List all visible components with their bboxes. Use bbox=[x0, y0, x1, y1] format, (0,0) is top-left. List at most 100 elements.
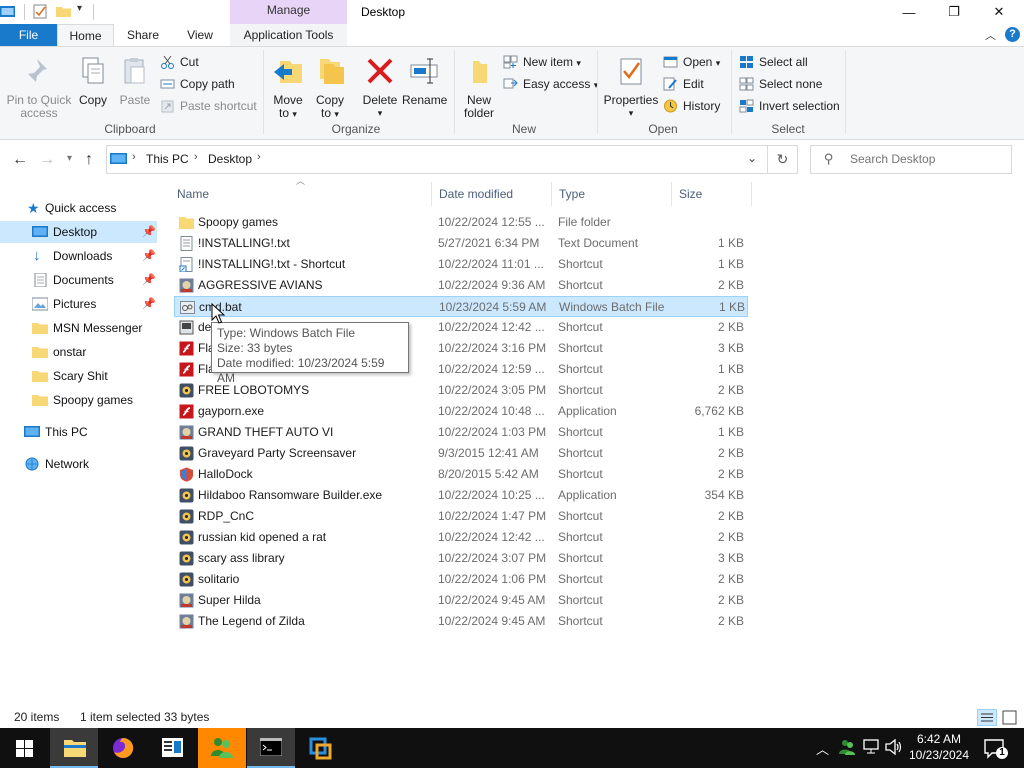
copy-button[interactable]: Copy bbox=[76, 55, 110, 107]
rename-button[interactable]: Rename bbox=[402, 55, 447, 107]
move-to-button[interactable]: Move to ▾ bbox=[270, 55, 306, 121]
file-row[interactable]: Spoopy games 10/22/2024 12:55 ... File fol… bbox=[174, 212, 748, 233]
up-arrow-icon[interactable]: ↑ bbox=[85, 151, 93, 169]
volume-icon[interactable] bbox=[885, 739, 903, 755]
details-view-icon[interactable] bbox=[977, 709, 997, 726]
breadcrumb-desktop[interactable]: Desktop bbox=[208, 152, 252, 166]
tab-home[interactable]: Home bbox=[57, 24, 114, 46]
refresh-button[interactable]: ↻ bbox=[768, 145, 798, 174]
breadcrumb-chevron-icon[interactable]: › bbox=[132, 151, 136, 163]
taskbar-command-prompt[interactable] bbox=[247, 728, 295, 768]
nav-label: Spoopy games bbox=[53, 393, 134, 407]
start-button[interactable] bbox=[0, 728, 48, 768]
easy-access-button[interactable]: Easy access ▾ bbox=[503, 74, 598, 94]
minimize-button[interactable]: — bbox=[886, 0, 932, 24]
file-row[interactable]: solitario 10/22/2024 1:06 PM Shortcut 2 KB bbox=[174, 569, 748, 590]
column-date-header[interactable]: Date modified bbox=[432, 182, 552, 206]
column-size-header[interactable]: Size bbox=[672, 182, 752, 206]
nav-item-downloads[interactable]: ↓ Downloads 📌 bbox=[0, 245, 157, 267]
new-folder-button[interactable]: New folder bbox=[460, 55, 498, 120]
taskbar-messenger[interactable] bbox=[198, 728, 246, 768]
nav-item-scary-shit[interactable]: Scary Shit bbox=[0, 365, 157, 387]
edit-button[interactable]: Edit bbox=[663, 74, 704, 94]
invert-selection-button[interactable]: Invert selection bbox=[739, 96, 840, 116]
file-row[interactable]: The Legend of Zilda 10/22/2024 9:45 AM Sho… bbox=[174, 611, 748, 632]
large-icons-view-icon[interactable] bbox=[1001, 709, 1018, 726]
file-row[interactable]: russian kid opened a rat 10/22/2024 12:42… bbox=[174, 527, 748, 548]
taskbar-firefox[interactable] bbox=[99, 728, 147, 768]
network-tray-icon[interactable] bbox=[862, 739, 880, 755]
maximize-button[interactable]: ❐ bbox=[931, 0, 977, 24]
file-row[interactable]: Graveyard Party Screensaver 9/3/2015 12:4… bbox=[174, 443, 748, 464]
help-icon[interactable]: ? bbox=[1005, 27, 1020, 42]
file-row[interactable]: cmd.bat 10/23/2024 5:59 AM Windows Batch F… bbox=[174, 296, 748, 317]
nav-item-msn-messenger[interactable]: MSN Messenger bbox=[0, 317, 157, 339]
search-box[interactable]: ⚲ Search Desktop bbox=[810, 145, 1012, 174]
new-folder-qat-icon[interactable] bbox=[56, 4, 71, 19]
file-row[interactable]: !INSTALLING!.txt 5/27/2021 6:34 PM Text Do… bbox=[174, 233, 748, 254]
tab-application-tools[interactable]: Application Tools bbox=[230, 24, 347, 46]
file-row[interactable]: Super Hilda 10/22/2024 9:45 AM Shortcut 2 K… bbox=[174, 590, 748, 611]
nav-network[interactable]: Network bbox=[0, 453, 157, 475]
nav-item-desktop[interactable]: Desktop 📌 bbox=[0, 221, 157, 243]
pin-to-quick-access-button[interactable]: Pin to Quick access bbox=[4, 55, 74, 120]
paste-shortcut-button[interactable]: Paste shortcut bbox=[160, 96, 257, 116]
breadcrumb-this-pc[interactable]: This PC bbox=[146, 152, 189, 166]
properties-button[interactable]: Properties ▾ bbox=[602, 55, 660, 120]
forward-arrow-icon[interactable]: → bbox=[39, 151, 55, 169]
pin-icon[interactable]: 📌 bbox=[142, 221, 156, 243]
properties-qat-icon[interactable] bbox=[33, 4, 48, 19]
minimize-ribbon-icon[interactable]: ︿ bbox=[985, 27, 996, 43]
messenger-tray-icon[interactable] bbox=[838, 738, 856, 756]
show-hidden-icons-icon[interactable]: ︿ bbox=[816, 739, 829, 758]
explorer-window-icon[interactable] bbox=[0, 4, 15, 19]
taskbar-file-explorer[interactable] bbox=[50, 728, 98, 768]
address-bar[interactable]: › This PC › Desktop › ⌄ bbox=[106, 145, 768, 174]
nav-item-onstar[interactable]: onstar bbox=[0, 341, 157, 363]
delete-button[interactable]: Delete ▾ bbox=[360, 55, 400, 120]
column-name-header[interactable]: Name bbox=[170, 182, 432, 206]
column-type-header[interactable]: Type bbox=[552, 182, 672, 206]
search-placeholder[interactable]: Search Desktop bbox=[850, 152, 935, 166]
qat-customize-icon[interactable]: ▾ bbox=[77, 3, 82, 14]
file-row[interactable]: RDP_CnC 10/22/2024 1:47 PM Shortcut 2 KB bbox=[174, 506, 748, 527]
tab-view[interactable]: View bbox=[172, 24, 228, 46]
recent-locations-icon[interactable]: ▾ bbox=[67, 153, 72, 164]
file-row[interactable]: GRAND THEFT AUTO VI 10/22/2024 1:03 PM Sho… bbox=[174, 422, 748, 443]
address-dropdown-icon[interactable]: ⌄ bbox=[747, 151, 757, 165]
select-none-button[interactable]: Select none bbox=[739, 74, 822, 94]
back-arrow-icon[interactable]: ← bbox=[12, 151, 28, 169]
select-all-button[interactable]: Select all bbox=[739, 52, 808, 72]
new-item-button[interactable]: New item ▾ bbox=[503, 52, 581, 72]
nav-item-spoopy-games[interactable]: Spoopy games bbox=[0, 389, 157, 411]
clock[interactable]: 6:42 AM 10/23/2024 bbox=[904, 731, 974, 763]
nav-this-pc[interactable]: This PC bbox=[0, 421, 157, 443]
nav-quick-access[interactable]: ★ Quick access bbox=[0, 197, 157, 219]
file-row[interactable]: AGGRESSIVE AVIANS 10/22/2024 9:36 AM Short… bbox=[174, 275, 748, 296]
pin-icon[interactable]: 📌 bbox=[142, 245, 156, 267]
copy-to-button[interactable]: Copy to ▾ bbox=[312, 55, 348, 121]
pin-icon[interactable]: 📌 bbox=[142, 293, 156, 315]
close-button[interactable]: ✕ bbox=[976, 0, 1022, 24]
cut-button[interactable]: Cut bbox=[160, 52, 199, 72]
history-button[interactable]: History bbox=[663, 96, 720, 116]
file-row[interactable]: HalloDock 8/20/2015 5:42 AM Shortcut 2 KB bbox=[174, 464, 748, 485]
tab-file[interactable]: File bbox=[0, 24, 57, 46]
open-button[interactable]: Open ▾ bbox=[663, 52, 720, 72]
nav-item-pictures[interactable]: Pictures 📌 bbox=[0, 293, 157, 315]
file-row[interactable]: !INSTALLING!.txt - Shortcut 10/22/2024 11… bbox=[174, 254, 748, 275]
pin-icon[interactable]: 📌 bbox=[142, 269, 156, 291]
taskbar-app-window[interactable] bbox=[148, 728, 196, 768]
breadcrumb-chevron-icon[interactable]: › bbox=[257, 151, 261, 163]
tab-share[interactable]: Share bbox=[114, 24, 172, 46]
game-icon bbox=[179, 593, 194, 608]
taskbar-virtual-machine[interactable] bbox=[296, 728, 344, 768]
file-row[interactable]: scary ass library 10/22/2024 3:07 PM Short… bbox=[174, 548, 748, 569]
copy-path-button[interactable]: Copy path bbox=[160, 74, 235, 94]
breadcrumb-chevron-icon[interactable]: › bbox=[194, 151, 198, 163]
file-row[interactable]: gayporn.exe 10/22/2024 10:48 ... Applicati… bbox=[174, 401, 748, 422]
paste-button[interactable]: Paste bbox=[117, 55, 153, 107]
file-row[interactable]: Hildaboo Ransomware Builder.exe 10/22/202… bbox=[174, 485, 748, 506]
nav-item-documents[interactable]: Documents 📌 bbox=[0, 269, 157, 291]
rename-icon bbox=[410, 58, 438, 84]
